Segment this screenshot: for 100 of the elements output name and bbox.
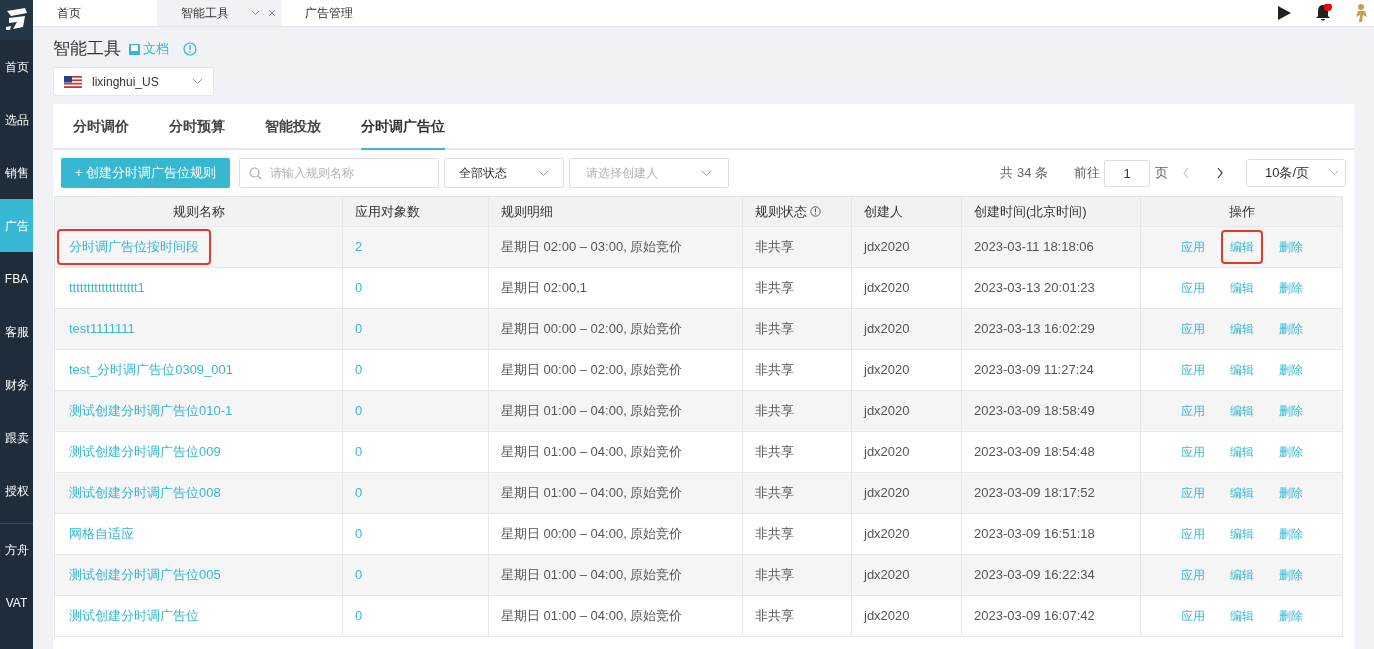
- rule-detail-text: 星期日 00:00 – 02:00, 原始竞价: [501, 321, 683, 337]
- chevron-down-icon: [1330, 170, 1339, 176]
- action-link[interactable]: 应用: [1171, 230, 1214, 264]
- creator-text: jdx2020: [864, 526, 910, 542]
- info-icon[interactable]: [183, 42, 197, 56]
- object-count-link[interactable]: 0: [355, 444, 363, 460]
- object-count-link[interactable]: 0: [355, 362, 363, 378]
- action-link[interactable]: 删除: [1269, 230, 1312, 264]
- action-link[interactable]: 编辑: [1220, 599, 1263, 633]
- creator-text: jdx2020: [864, 280, 910, 296]
- action-link[interactable]: 删除: [1269, 394, 1312, 428]
- created-time-text: 2023-03-09 16:51:18: [974, 526, 1095, 542]
- action-link[interactable]: 删除: [1269, 517, 1312, 551]
- next-page-icon[interactable]: [1216, 167, 1224, 179]
- action-link[interactable]: 删除: [1269, 271, 1312, 305]
- tab[interactable]: 智能投放: [265, 104, 321, 150]
- creator-select[interactable]: 请选择创建人: [569, 158, 730, 188]
- rule-detail-text: 星期日 01:00 – 04:00, 原始竞价: [501, 444, 683, 460]
- created-time-text: 2023-03-09 16:22:34: [974, 567, 1095, 583]
- action-link[interactable]: 应用: [1171, 517, 1214, 551]
- search-field[interactable]: 请输入规则名称: [239, 158, 440, 188]
- sidebar-item[interactable]: 广告: [0, 199, 33, 252]
- creator-text: jdx2020: [864, 239, 910, 255]
- sidebar-item[interactable]: FBA: [0, 252, 33, 305]
- page-size-select[interactable]: 10条/页: [1246, 159, 1346, 187]
- action-link[interactable]: 编辑: [1220, 435, 1263, 469]
- action-link[interactable]: 应用: [1171, 599, 1214, 633]
- sidebar-item[interactable]: VAT: [0, 576, 33, 629]
- object-count-link[interactable]: 0: [355, 321, 363, 337]
- play-icon[interactable]: [1276, 5, 1292, 21]
- chevron-down-icon[interactable]: [251, 10, 260, 16]
- object-count-link[interactable]: 2: [355, 239, 363, 255]
- action-link[interactable]: 编辑: [1220, 271, 1263, 305]
- action-link[interactable]: 删除: [1269, 312, 1312, 346]
- notification-bell-icon[interactable]: [1314, 4, 1332, 22]
- action-link[interactable]: 应用: [1171, 312, 1214, 346]
- tab[interactable]: 分时调价: [73, 104, 129, 150]
- action-link[interactable]: 应用: [1171, 558, 1214, 592]
- page-title: 智能工具: [53, 38, 121, 61]
- creator-text: jdx2020: [864, 444, 910, 460]
- object-count-link[interactable]: 0: [355, 526, 363, 542]
- action-link[interactable]: 应用: [1171, 353, 1214, 387]
- account-select[interactable]: lixinghui_US: [53, 67, 214, 96]
- created-time-text: 2023-03-09 18:54:48: [974, 444, 1095, 460]
- tab[interactable]: 分时预算: [169, 104, 225, 150]
- chevron-down-icon: [538, 169, 550, 177]
- info-icon[interactable]: [810, 206, 821, 217]
- book-icon: [129, 43, 140, 55]
- close-icon[interactable]: [268, 9, 276, 17]
- rule-status-text: 非共享: [755, 526, 794, 542]
- created-time-text: 2023-03-09 16:07:42: [974, 608, 1095, 624]
- sidebar-item[interactable]: 客服: [0, 305, 33, 358]
- rule-detail-text: 星期日 01:00 – 04:00, 原始竞价: [501, 403, 683, 419]
- object-count-link[interactable]: 0: [355, 280, 363, 296]
- docs-link[interactable]: 文档: [129, 39, 169, 59]
- create-rule-button[interactable]: + 创建分时调广告位规则: [61, 158, 231, 188]
- column-header: 规则明细: [488, 196, 743, 227]
- action-link[interactable]: 编辑: [1220, 558, 1263, 592]
- sidebar-item[interactable]: 财务: [0, 358, 33, 411]
- sidebar-item[interactable]: 跟卖: [0, 411, 33, 464]
- object-count-link[interactable]: 0: [355, 485, 363, 501]
- sidebar-item[interactable]: 授权: [0, 464, 33, 517]
- rule-status-text: 非共享: [755, 444, 794, 460]
- action-link[interactable]: 应用: [1171, 394, 1214, 428]
- sidebar-item[interactable]: 选品: [0, 93, 33, 146]
- status-select[interactable]: 全部状态: [444, 158, 565, 188]
- action-link[interactable]: 应用: [1171, 435, 1214, 469]
- page-input[interactable]: 1: [1104, 159, 1150, 187]
- rule-detail-text: 星期日 00:00 – 04:00, 原始竞价: [501, 526, 683, 542]
- action-link[interactable]: 编辑: [1220, 230, 1263, 264]
- created-time-text: 2023-03-09 18:17:52: [974, 485, 1095, 501]
- action-link[interactable]: 编辑: [1220, 517, 1263, 551]
- action-link[interactable]: 删除: [1269, 599, 1312, 633]
- rule-status-text: 非共享: [755, 239, 794, 255]
- object-count-link[interactable]: 0: [355, 403, 363, 419]
- action-link[interactable]: 删除: [1269, 353, 1312, 387]
- action-link[interactable]: 编辑: [1220, 476, 1263, 510]
- column-header: 操作: [1140, 196, 1343, 227]
- action-link[interactable]: 删除: [1269, 558, 1312, 592]
- sidebar-item[interactable]: 销售: [0, 146, 33, 199]
- action-link[interactable]: 删除: [1269, 476, 1312, 510]
- rule-status-text: 非共享: [755, 280, 794, 296]
- action-link[interactable]: 编辑: [1220, 312, 1263, 346]
- sidebar-item[interactable]: 首页: [0, 40, 33, 93]
- tab[interactable]: 分时调广告位: [361, 104, 445, 150]
- sidebar-item[interactable]: 方舟: [0, 523, 33, 576]
- object-count-link[interactable]: 0: [355, 567, 363, 583]
- previous-page-icon[interactable]: [1182, 167, 1190, 179]
- user-avatar-icon[interactable]: [1354, 3, 1370, 23]
- rule-name-link[interactable]: 分时调广告位按时间段: [57, 229, 211, 265]
- chevron-down-icon: [192, 78, 203, 85]
- action-link[interactable]: 编辑: [1220, 394, 1263, 428]
- object-count-link[interactable]: 0: [355, 608, 363, 624]
- action-link[interactable]: 删除: [1269, 435, 1312, 469]
- rule-status-text: 非共享: [755, 567, 794, 583]
- rule-status-text: 非共享: [755, 403, 794, 419]
- action-link[interactable]: 编辑: [1220, 353, 1263, 387]
- action-link[interactable]: 应用: [1171, 271, 1214, 305]
- action-link[interactable]: 应用: [1171, 476, 1214, 510]
- top-tab[interactable]: 智能工具: [157, 0, 281, 26]
